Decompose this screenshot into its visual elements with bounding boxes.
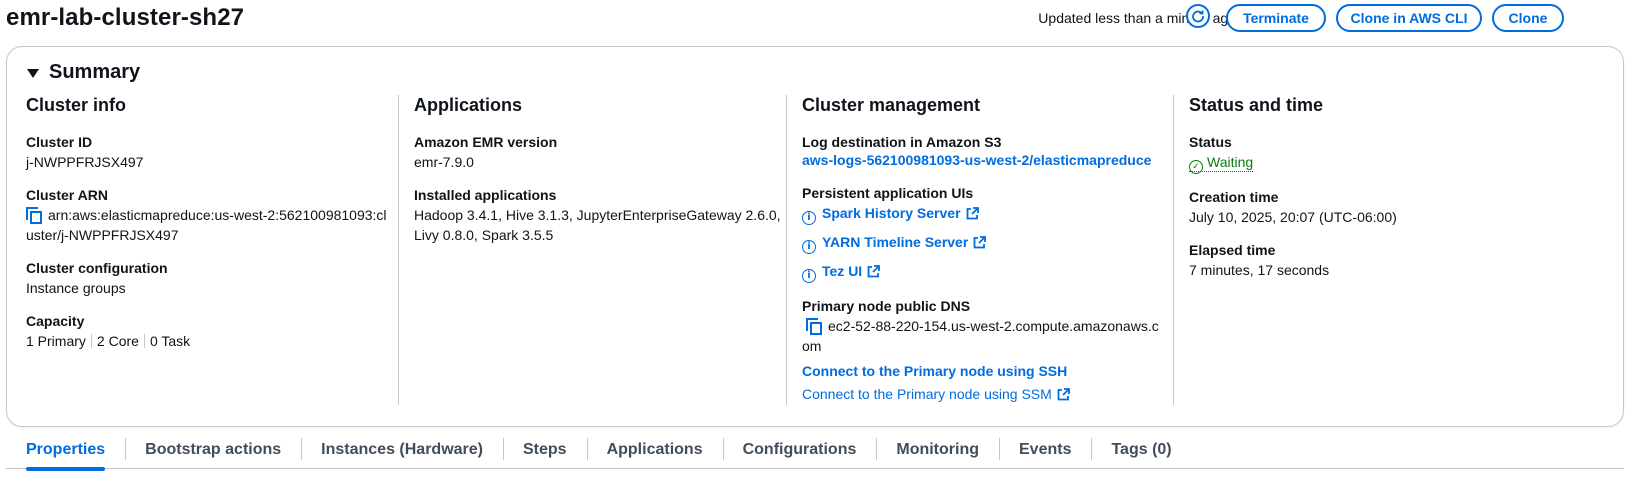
- tab-events[interactable]: Events: [999, 432, 1091, 468]
- log-destination-label: Log destination in Amazon S3: [802, 134, 1002, 150]
- column-divider: [786, 95, 787, 405]
- page-title: emr-lab-cluster-sh27: [6, 4, 245, 31]
- installed-applications-line2: Livy 0.8.0, Spark 3.5.5: [414, 227, 554, 243]
- cluster-arn-label: Cluster ARN: [26, 187, 108, 203]
- info-icon[interactable]: i: [802, 240, 816, 254]
- capacity-primary: 1 Primary: [26, 333, 86, 349]
- info-icon[interactable]: i: [802, 269, 816, 283]
- cluster-id-label: Cluster ID: [26, 134, 93, 150]
- cluster-arn-line2: uster/j-NWPPFRJSX497: [26, 227, 179, 243]
- applications-heading: Applications: [414, 95, 523, 115]
- summary-panel: Summary Cluster info Cluster ID j-NWPPFR…: [6, 46, 1624, 427]
- clone-in-aws-cli-button[interactable]: Clone in AWS CLI: [1336, 4, 1482, 32]
- summary-toggle[interactable]: Summary: [27, 61, 140, 84]
- connect-ssm-link[interactable]: Connect to the Primary node using SSM: [802, 386, 1052, 402]
- tab-properties[interactable]: Properties: [6, 432, 125, 471]
- installed-applications-label: Installed applications: [414, 187, 557, 203]
- primary-dns-label: Primary node public DNS: [802, 298, 971, 314]
- external-link-icon: [973, 236, 987, 249]
- log-destination-link[interactable]: aws-logs-562100981093-us-west-2/elasticm…: [802, 152, 1151, 168]
- yarn-timeline-server-link[interactable]: YARN Timeline Server: [822, 234, 968, 250]
- tab-instances-hardware[interactable]: Instances (Hardware): [301, 432, 503, 468]
- capacity-core: 2 Core: [96, 333, 139, 349]
- cluster-arn-value: arn:aws:elasticmapreduce:us-west-2:56210…: [26, 205, 416, 245]
- installed-applications-line1: Hadoop 3.4.1, Hive 3.1.3, JupyterEnterpr…: [414, 207, 781, 223]
- cluster-management-section: Cluster management Log destination in Am…: [802, 93, 1192, 406]
- tab-steps[interactable]: Steps: [503, 432, 587, 468]
- terminate-button[interactable]: Terminate: [1226, 4, 1326, 32]
- persistent-ui-label: Persistent application UIs: [802, 185, 974, 201]
- status-value: Waiting: [1207, 154, 1254, 170]
- cluster-arn-line1: arn:aws:elasticmapreduce:us-west-2:56210…: [48, 207, 387, 223]
- emr-version-label: Amazon EMR version: [414, 134, 558, 150]
- cluster-management-heading: Cluster management: [802, 95, 981, 115]
- refresh-icon: [1192, 10, 1204, 23]
- primary-dns-line2: om: [802, 338, 822, 354]
- refresh-button[interactable]: [1186, 4, 1210, 28]
- tab-bar: Properties Bootstrap actions Instances (…: [6, 432, 1624, 471]
- clone-button[interactable]: Clone: [1492, 4, 1564, 32]
- cluster-info-heading: Cluster info: [26, 95, 127, 115]
- tab-bootstrap-actions[interactable]: Bootstrap actions: [125, 432, 301, 468]
- capacity-label: Capacity: [26, 313, 85, 329]
- elapsed-time-value: 7 minutes, 17 seconds: [1189, 262, 1330, 278]
- copy-icon[interactable]: [806, 318, 822, 335]
- external-link-icon: [867, 265, 881, 278]
- external-link-icon: [1057, 388, 1070, 401]
- summary-heading: Summary: [49, 61, 141, 83]
- tab-applications[interactable]: Applications: [586, 432, 723, 468]
- copy-icon[interactable]: [26, 207, 42, 224]
- primary-dns-value: ec2-52-88-220-154.us-west-2.compute.amaz…: [802, 316, 1192, 356]
- elapsed-time-label: Elapsed time: [1189, 242, 1276, 258]
- spark-history-server-link[interactable]: Spark History Server: [822, 205, 961, 221]
- cluster-configuration-value: Instance groups: [26, 280, 126, 296]
- cluster-id-value: j-NWPPFRJSX497: [26, 154, 144, 170]
- capacity-task: 0 Task: [149, 333, 191, 349]
- status-badge[interactable]: ✓ Waiting: [1189, 154, 1254, 174]
- tab-monitoring[interactable]: Monitoring: [876, 432, 999, 468]
- capacity-divider: [143, 334, 145, 348]
- caret-down-icon: [27, 69, 39, 78]
- page-header: emr-lab-cluster-sh27 Updated less than a…: [6, 0, 1624, 36]
- status-time-heading: Status and time: [1189, 95, 1324, 115]
- external-link-icon: [966, 207, 979, 220]
- cluster-configuration-label: Cluster configuration: [26, 260, 168, 276]
- status-time-section: Status and time Status ✓ Waiting Creation…: [1189, 93, 1579, 280]
- creation-time-value: July 10, 2025, 20:07 (UTC-06:00): [1189, 209, 1397, 225]
- primary-dns-line1: ec2-52-88-220-154.us-west-2.compute.amaz…: [828, 318, 1159, 334]
- check-circle-icon: ✓: [1189, 160, 1203, 174]
- tez-ui-link[interactable]: Tez UI: [822, 263, 862, 279]
- info-icon[interactable]: i: [802, 211, 816, 225]
- applications-section: Applications Amazon EMR version emr-7.9.…: [414, 93, 804, 245]
- tab-configurations[interactable]: Configurations: [722, 432, 877, 468]
- capacity-value: 1 Primary 2 Core 0 Task: [26, 331, 416, 351]
- column-divider: [1173, 95, 1174, 405]
- emr-version-value: emr-7.9.0: [414, 154, 474, 170]
- tab-tags[interactable]: Tags (0): [1091, 432, 1191, 468]
- column-divider: [398, 95, 399, 405]
- capacity-divider: [90, 334, 92, 348]
- status-label: Status: [1189, 134, 1232, 150]
- cluster-info-section: Cluster info Cluster ID j-NWPPFRJSX497 C…: [26, 93, 416, 351]
- creation-time-label: Creation time: [1189, 189, 1279, 205]
- connect-ssh-link[interactable]: Connect to the Primary node using SSH: [802, 363, 1067, 379]
